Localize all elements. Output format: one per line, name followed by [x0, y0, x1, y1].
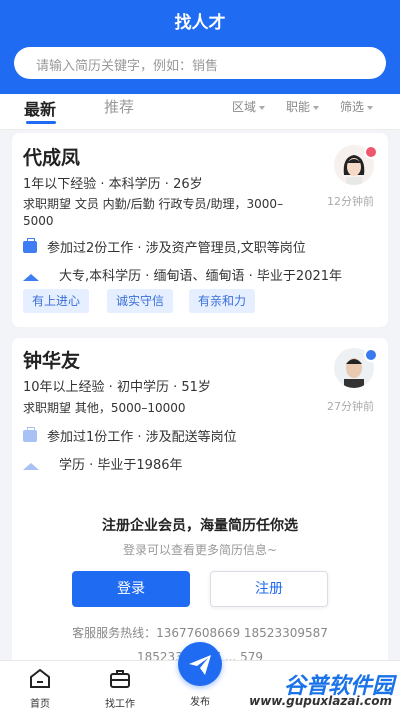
work-history-text: 参加过1份工作 · 涉及配送等岗位 — [47, 430, 237, 445]
tab-active-indicator — [26, 121, 56, 124]
app-header: 找人才 请输入简历关键字，例如：销售 — [0, 0, 400, 94]
nav-home[interactable]: 首页 — [10, 667, 70, 710]
chevron-down-icon — [367, 105, 374, 110]
work-history: 参加过2份工作 · 涉及资产管理员,文职等岗位 — [23, 237, 306, 256]
job-expectation: 求职期望 文员 内勤/后勤 行政专员/助理，3000–5000 — [23, 197, 284, 228]
nav-home-label: 首页 — [30, 699, 50, 710]
filter-area[interactable]: 区域 — [232, 98, 266, 115]
job-expectation: 求职期望 其他，5000–10000 — [23, 401, 186, 415]
promo-title: 注册企业会员，海量简历任你选 — [102, 518, 298, 534]
tab-latest[interactable]: 最新 — [24, 96, 56, 120]
register-button[interactable]: 注册 — [210, 571, 328, 607]
filter-area-label: 区域 — [232, 100, 257, 114]
resume-card[interactable]: 钟华友 10年以上经验 · 初中学历 · 51岁 求职期望 其他，5000–10… — [12, 338, 388, 668]
briefcase-icon — [23, 427, 37, 442]
gender-male-icon — [364, 348, 378, 362]
promo-subtitle: 登录可以查看更多简历信息~ — [122, 543, 278, 557]
candidate-meta: 10年以上经验 · 初中学历 · 51岁 — [23, 380, 211, 395]
chevron-down-icon — [313, 105, 320, 110]
nav-publish-label: 发布 — [190, 697, 210, 708]
briefcase-icon — [23, 238, 37, 253]
education-text: 大专,本科学历 · 缅甸语、缅甸语 · 毕业于2021年 — [59, 269, 343, 284]
tag: 有亲和力 — [189, 289, 256, 313]
briefcase-icon — [110, 670, 130, 688]
watermark-url: www.gupuxlazai.com — [249, 694, 392, 708]
nav-jobs[interactable]: 找工作 — [90, 667, 150, 710]
filter-more-label: 筛选 — [340, 100, 365, 114]
service-hotline: 客服服务热线：13677608669 18523309587 — [72, 626, 328, 640]
gender-female-icon — [364, 145, 378, 159]
resume-card[interactable]: 代成凤 1年以下经验 · 本科学历 · 26岁 求职期望 文员 内勤/后勤 行政… — [12, 133, 388, 327]
publish-button[interactable] — [178, 642, 222, 686]
filter-function[interactable]: 职能 — [286, 98, 320, 115]
tag: 诚实守信 — [107, 289, 174, 313]
education: 学历 · 毕业于1986年 — [23, 454, 182, 473]
update-time: 12分钟前 — [327, 195, 374, 208]
home-icon — [30, 668, 50, 688]
education: 大专,本科学历 · 缅甸语、缅甸语 · 毕业于2021年 — [23, 265, 342, 284]
candidate-meta: 1年以下经验 · 本科学历 · 26岁 — [23, 177, 203, 192]
candidate-name: 代成凤 — [23, 147, 81, 169]
page-title: 找人才 — [174, 13, 226, 33]
tag: 有上进心 — [23, 289, 90, 313]
filter-more[interactable]: 筛选 — [340, 98, 374, 115]
filter-function-label: 职能 — [286, 100, 311, 114]
work-history-text: 参加过2份工作 · 涉及资产管理员,文职等岗位 — [47, 241, 306, 256]
education-text: 学历 · 毕业于1986年 — [59, 458, 183, 473]
candidate-name: 钟华友 — [23, 350, 81, 372]
search-placeholder: 请输入简历关键字，例如：销售 — [36, 59, 219, 74]
work-history: 参加过1份工作 · 涉及配送等岗位 — [23, 426, 237, 445]
graduation-cap-icon — [23, 463, 39, 470]
tab-recommended[interactable]: 推荐 — [104, 96, 134, 117]
search-input[interactable]: 请输入简历关键字，例如：销售 — [14, 47, 386, 79]
chevron-down-icon — [259, 105, 266, 110]
update-time: 27分钟前 — [327, 400, 374, 413]
login-button[interactable]: 登录 — [72, 571, 190, 607]
paper-plane-icon — [189, 655, 211, 675]
graduation-cap-icon — [23, 274, 39, 281]
tab-bar: 最新 推荐 区域 职能 筛选 — [0, 94, 400, 130]
nav-jobs-label: 找工作 — [105, 699, 135, 710]
